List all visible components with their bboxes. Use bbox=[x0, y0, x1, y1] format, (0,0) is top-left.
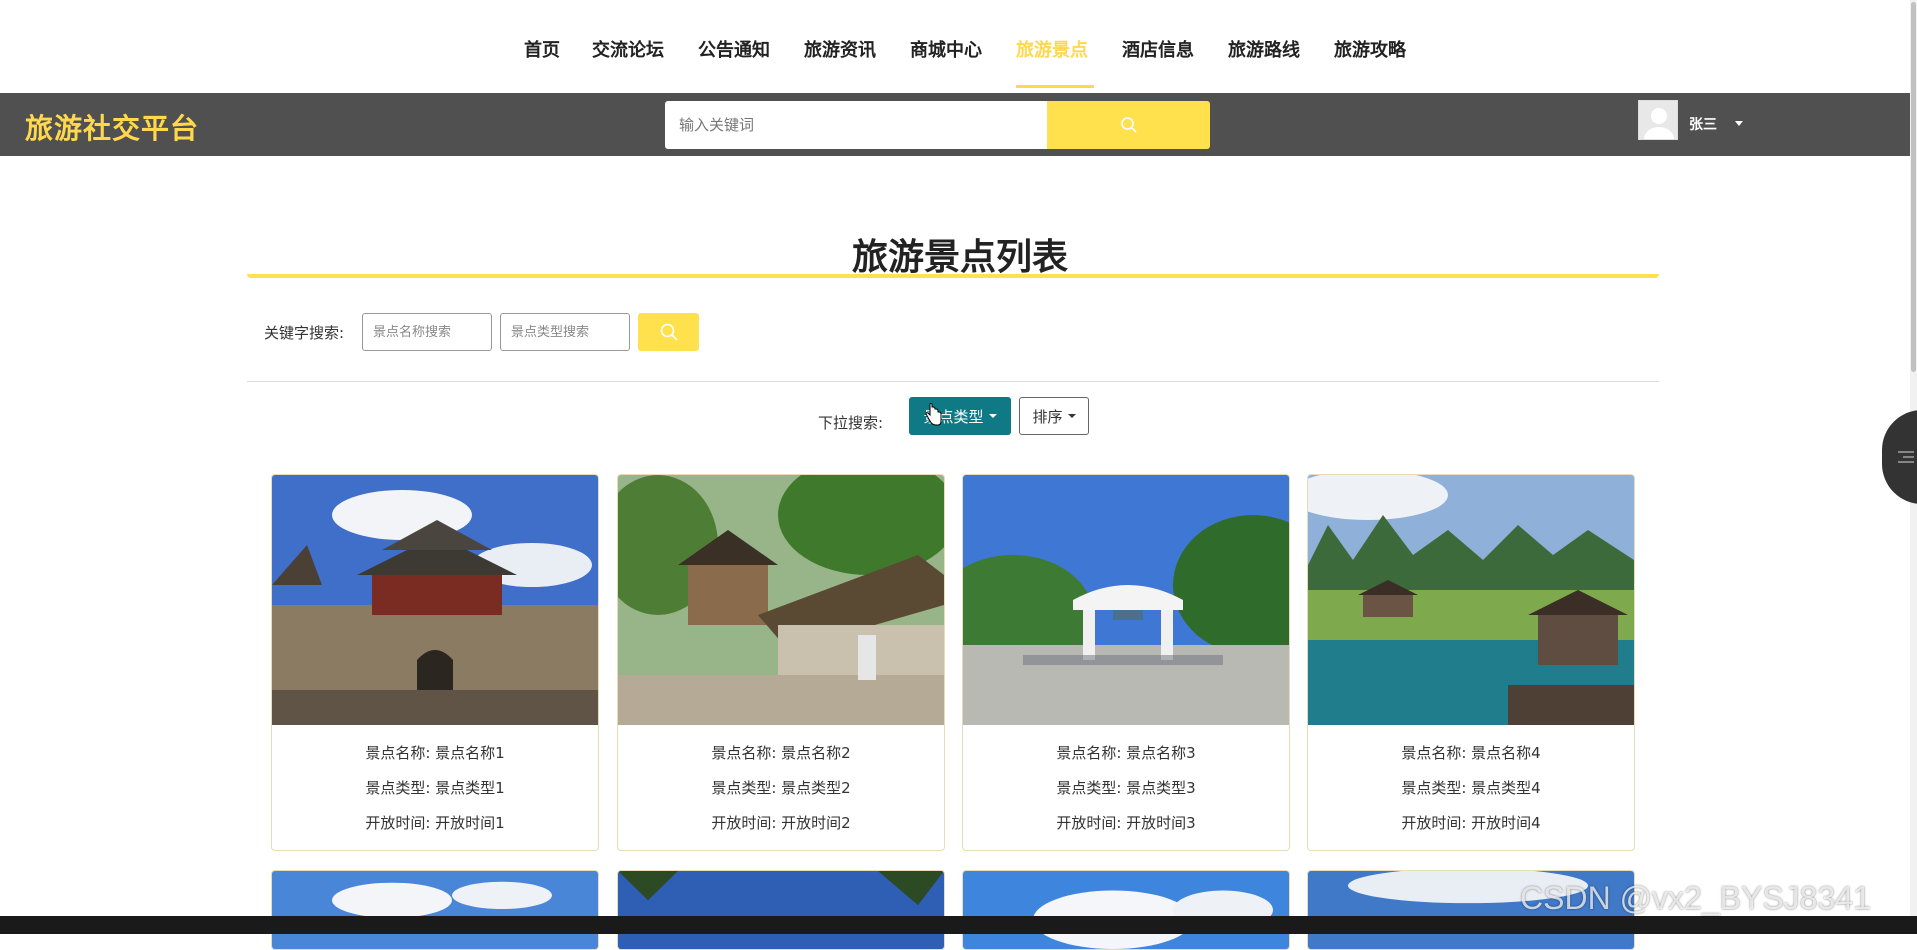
attraction-name-search-input[interactable] bbox=[362, 313, 492, 351]
attraction-card[interactable] bbox=[271, 870, 599, 950]
avatar[interactable] bbox=[1638, 100, 1678, 140]
nav-item-home[interactable]: 首页 bbox=[524, 36, 560, 62]
hand-cursor-icon bbox=[925, 403, 942, 426]
attraction-photo bbox=[963, 871, 1289, 949]
attraction-type: 景点类型: 景点类型3 bbox=[1056, 779, 1196, 797]
sort-dropdown[interactable]: 排序 bbox=[1019, 397, 1089, 435]
nav-item-guides[interactable]: 旅游攻略 bbox=[1334, 36, 1406, 62]
attraction-photo bbox=[1308, 475, 1634, 725]
dropdown-search-label: 下拉搜索: bbox=[818, 414, 884, 432]
taskbar bbox=[0, 916, 1917, 934]
search-icon bbox=[1120, 117, 1137, 133]
scrollbar-thumb[interactable] bbox=[1911, 2, 1916, 372]
attraction-name: 景点名称: 景点名称4 bbox=[1401, 744, 1541, 762]
attraction-card[interactable] bbox=[962, 870, 1290, 950]
attraction-info: 景点名称: 景点名称1 景点类型: 景点类型1 开放时间: 开放时间1 bbox=[272, 745, 598, 850]
attraction-name: 景点名称: 景点名称2 bbox=[711, 744, 851, 762]
username[interactable]: 张三 bbox=[1689, 114, 1717, 134]
attraction-card[interactable] bbox=[617, 870, 945, 950]
attraction-card[interactable]: 景点名称: 景点名称4 景点类型: 景点类型4 开放时间: 开放时间4 bbox=[1307, 474, 1635, 851]
opening-hours: 开放时间: 开放时间4 bbox=[1401, 814, 1541, 832]
nav-item-shop[interactable]: 商城中心 bbox=[910, 36, 982, 62]
list-icon bbox=[1898, 451, 1914, 463]
keyword-search-label: 关键字搜索: bbox=[264, 324, 345, 342]
opening-hours: 开放时间: 开放时间2 bbox=[711, 814, 851, 832]
search-input[interactable] bbox=[665, 101, 1047, 149]
nav-item-forum[interactable]: 交流论坛 bbox=[592, 36, 664, 62]
site-logo[interactable]: 旅游社交平台 bbox=[25, 107, 199, 147]
caret-down-icon bbox=[988, 414, 997, 418]
header-bar: 旅游社交平台 张三 bbox=[0, 93, 1910, 156]
nav-item-hotels[interactable]: 酒店信息 bbox=[1122, 36, 1194, 62]
search-icon bbox=[660, 323, 678, 341]
search-button[interactable] bbox=[1047, 101, 1210, 149]
active-nav-underline bbox=[1016, 85, 1094, 88]
nav-item-travel-news[interactable]: 旅游资讯 bbox=[804, 36, 876, 62]
attraction-info: 景点名称: 景点名称3 景点类型: 景点类型3 开放时间: 开放时间3 bbox=[963, 745, 1289, 850]
opening-hours: 开放时间: 开放时间1 bbox=[365, 814, 505, 832]
attraction-card[interactable]: 景点名称: 景点名称1 景点类型: 景点类型1 开放时间: 开放时间1 bbox=[271, 474, 599, 851]
attraction-card[interactable]: 景点名称: 景点名称2 景点类型: 景点类型2 开放时间: 开放时间2 bbox=[617, 474, 945, 851]
page-title: 旅游景点列表 bbox=[851, 237, 1068, 278]
attraction-photo bbox=[618, 871, 944, 949]
divider bbox=[247, 381, 1659, 382]
top-navigation: 首页 交流论坛 公告通知 旅游资讯 商城中心 旅游景点 酒店信息 旅游路线 旅游… bbox=[0, 0, 1917, 93]
nav-item-attractions[interactable]: 旅游景点 bbox=[1016, 36, 1088, 62]
chevron-down-icon[interactable] bbox=[1735, 121, 1743, 126]
attraction-name: 景点名称: 景点名称3 bbox=[1056, 744, 1196, 762]
title-underline bbox=[247, 274, 1659, 278]
opening-hours: 开放时间: 开放时间3 bbox=[1056, 814, 1196, 832]
keyword-search-button[interactable] bbox=[638, 313, 699, 351]
nav-item-routes[interactable]: 旅游路线 bbox=[1228, 36, 1300, 62]
caret-down-icon bbox=[1067, 414, 1076, 418]
side-menu-tab[interactable] bbox=[1882, 410, 1917, 504]
attraction-type: 景点类型: 景点类型1 bbox=[365, 779, 505, 797]
attraction-name: 景点名称: 景点名称1 bbox=[365, 744, 505, 762]
attraction-type: 景点类型: 景点类型2 bbox=[711, 779, 851, 797]
sort-dropdown-label: 排序 bbox=[1032, 407, 1063, 426]
nav-item-notices[interactable]: 公告通知 bbox=[698, 36, 770, 62]
watermark: CSDN @vx2_BYSJ8341 bbox=[1520, 880, 1871, 916]
attraction-photo bbox=[618, 475, 944, 725]
attraction-photo bbox=[272, 475, 598, 725]
attraction-type: 景点类型: 景点类型4 bbox=[1401, 779, 1541, 797]
attraction-type-search-input[interactable] bbox=[500, 313, 630, 351]
attraction-photo bbox=[272, 871, 598, 949]
attraction-info: 景点名称: 景点名称2 景点类型: 景点类型2 开放时间: 开放时间2 bbox=[618, 745, 944, 850]
attraction-card[interactable]: 景点名称: 景点名称3 景点类型: 景点类型3 开放时间: 开放时间3 bbox=[962, 474, 1290, 851]
attraction-info: 景点名称: 景点名称4 景点类型: 景点类型4 开放时间: 开放时间4 bbox=[1308, 745, 1634, 850]
attraction-photo bbox=[963, 475, 1289, 725]
